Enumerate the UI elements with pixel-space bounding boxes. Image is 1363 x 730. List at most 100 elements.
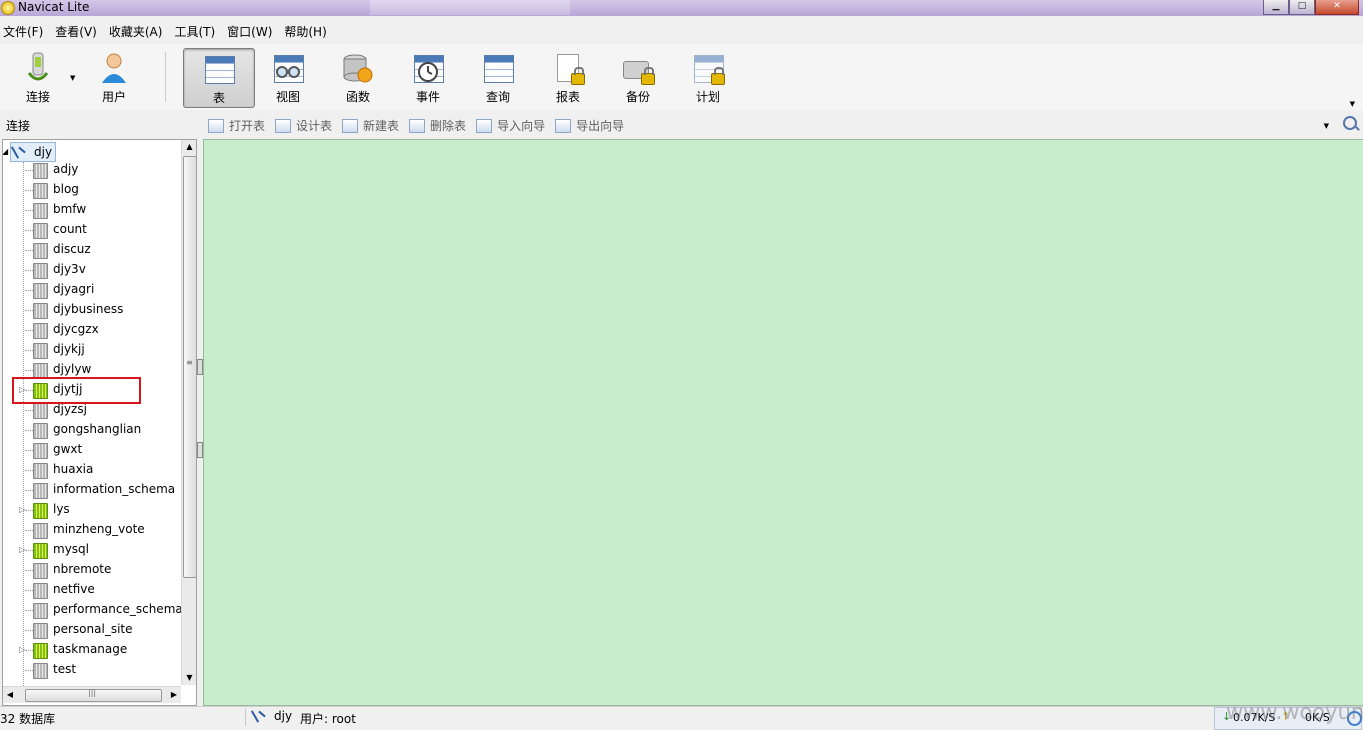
database-node-taskmanage[interactable]: ▷ taskmanage xyxy=(17,640,181,660)
scroll-thumb[interactable] xyxy=(183,156,196,578)
database-node-count[interactable]: count xyxy=(17,220,181,240)
new-table-icon xyxy=(342,118,359,133)
database-node-test[interactable]: test xyxy=(17,660,181,680)
report-button[interactable]: 报表 xyxy=(533,48,603,106)
database-icon xyxy=(33,403,48,419)
collapse-icon[interactable]: ◢ xyxy=(3,147,8,156)
view-button[interactable]: 视图 xyxy=(253,48,323,106)
database-node-netfive[interactable]: netfive xyxy=(17,580,181,600)
new-table-button[interactable]: 新建表 xyxy=(342,117,399,134)
user-button[interactable]: 用户 xyxy=(79,48,149,106)
event-button[interactable]: 事件 xyxy=(393,48,463,106)
hscroll-grip-icon: ||| xyxy=(88,688,97,697)
connection-node-djy[interactable]: ◢ djy xyxy=(3,142,57,162)
database-node-gwxt[interactable]: gwxt xyxy=(17,440,181,460)
menu-favorites[interactable]: 收藏夹(A) xyxy=(106,22,166,42)
export-wizard-button[interactable]: 导出向导 xyxy=(555,117,624,134)
expand-icon[interactable]: ▷ xyxy=(19,545,25,554)
database-icon xyxy=(33,343,48,359)
close-icon[interactable]: ✕ xyxy=(1315,0,1359,15)
status-bar: 32 数据库 djy 用户: root ↓ 0.07K/S ↑ 0K/S xyxy=(0,706,1363,730)
database-node-minzheng_vote[interactable]: minzheng_vote xyxy=(17,520,181,540)
backup-button[interactable]: 备份 xyxy=(603,48,673,106)
scroll-left-icon[interactable]: ◀ xyxy=(3,687,17,703)
menu-view[interactable]: 查看(V) xyxy=(52,22,100,42)
database-icon xyxy=(33,303,48,319)
object-list-area[interactable] xyxy=(203,139,1363,706)
import-wizard-button[interactable]: 导入向导 xyxy=(476,117,545,134)
database-node-djykjj[interactable]: djykjj xyxy=(17,340,181,360)
database-node-nbremote[interactable]: nbremote xyxy=(17,560,181,580)
database-node-bmfw[interactable]: bmfw xyxy=(17,200,181,220)
toolbar-overflow-icon[interactable]: ▼ xyxy=(1350,100,1355,108)
database-node-djycgzx[interactable]: djycgzx xyxy=(17,320,181,340)
database-node-blog[interactable]: blog xyxy=(17,180,181,200)
tree-horizontal-scrollbar[interactable]: ◀ ||| ▶ xyxy=(3,686,181,703)
scroll-right-icon[interactable]: ▶ xyxy=(167,687,181,703)
database-icon xyxy=(33,523,48,539)
delete-table-button[interactable]: 删除表 xyxy=(409,117,466,134)
database-name: bmfw xyxy=(53,202,87,216)
connections-header: 连接 xyxy=(6,119,31,133)
object-actions: 打开表 设计表 新建表 删除表 导入向导 导出向导 xyxy=(208,117,634,134)
database-node-information_schema[interactable]: information_schema xyxy=(17,480,181,500)
menu-file[interactable]: 文件(F) xyxy=(0,22,46,42)
database-icon xyxy=(33,663,48,679)
expand-icon[interactable]: ▷ xyxy=(19,645,25,654)
database-name: netfive xyxy=(53,582,95,596)
connect-button[interactable]: 连接 xyxy=(3,48,73,106)
query-button[interactable]: 查询 xyxy=(463,48,533,106)
event-label: 事件 xyxy=(415,90,440,104)
connect-dropdown-icon[interactable]: ▼ xyxy=(70,74,75,82)
database-node-personal_site[interactable]: personal_site xyxy=(17,620,181,640)
database-name: gongshanglian xyxy=(53,422,142,436)
database-node-lys[interactable]: ▷ lys xyxy=(17,500,181,520)
schedule-button[interactable]: 计划 xyxy=(673,48,743,106)
delete-table-icon xyxy=(409,118,426,133)
database-name: count xyxy=(53,222,87,236)
database-node-huaxia[interactable]: huaxia xyxy=(17,460,181,480)
connect-label: 连接 xyxy=(25,90,50,104)
title-bar-glass xyxy=(370,0,570,15)
minimize-icon[interactable]: ▁ xyxy=(1263,0,1289,15)
status-connection-icon xyxy=(252,709,268,723)
table-button[interactable]: 表 xyxy=(183,48,255,108)
open-table-button[interactable]: 打开表 xyxy=(208,117,265,134)
filter-dropdown-icon[interactable]: ▼ xyxy=(1324,122,1329,130)
database-icon xyxy=(33,203,48,219)
search-icon[interactable] xyxy=(1343,116,1357,130)
tree-vertical-scrollbar[interactable]: ▲ ≡ ▼ xyxy=(181,140,196,685)
menu-tools[interactable]: 工具(T) xyxy=(171,22,218,42)
menu-window[interactable]: 窗口(W) xyxy=(224,22,275,42)
database-name: nbremote xyxy=(53,562,112,576)
table-icon xyxy=(202,52,236,86)
database-node-adjy[interactable]: adjy xyxy=(17,160,181,180)
status-connection-name: djy xyxy=(274,709,293,723)
database-node-djyagri[interactable]: djyagri xyxy=(17,280,181,300)
backup-locked-icon xyxy=(621,51,655,85)
database-node-mysql[interactable]: ▷ mysql xyxy=(17,540,181,560)
menu-help[interactable]: 帮助(H) xyxy=(281,22,329,42)
database-icon xyxy=(33,243,48,259)
design-table-button[interactable]: 设计表 xyxy=(275,117,332,134)
function-icon xyxy=(341,51,375,85)
scroll-up-icon[interactable]: ▲ xyxy=(182,140,196,154)
maximize-icon[interactable]: □ xyxy=(1289,0,1315,15)
schedule-label: 计划 xyxy=(695,90,720,104)
expand-icon[interactable]: ▷ xyxy=(19,505,25,514)
function-button[interactable]: 函数 xyxy=(323,48,393,106)
database-node-djybusiness[interactable]: djybusiness xyxy=(17,300,181,320)
database-node-gongshanglian[interactable]: gongshanglian xyxy=(17,420,181,440)
panel-header-bar: 连接 打开表 设计表 新建表 删除表 导入向导 导出向导 ▼ xyxy=(0,114,1363,136)
import-wizard-icon xyxy=(476,118,493,133)
design-table-icon xyxy=(275,118,292,133)
panel-splitter[interactable] xyxy=(196,139,203,704)
database-node-performance_schema[interactable]: performance_schema xyxy=(17,600,183,620)
menu-bar: 文件(F) 查看(V) 收藏夹(A) 工具(T) 窗口(W) 帮助(H) xyxy=(0,22,336,42)
database-node-discuz[interactable]: discuz xyxy=(17,240,181,260)
database-node-djy3v[interactable]: djy3v xyxy=(17,260,181,280)
database-name: djycgzx xyxy=(53,322,99,336)
database-icon xyxy=(33,563,48,579)
database-name: djyzsj xyxy=(53,402,87,416)
scroll-down-icon[interactable]: ▼ xyxy=(182,671,196,685)
